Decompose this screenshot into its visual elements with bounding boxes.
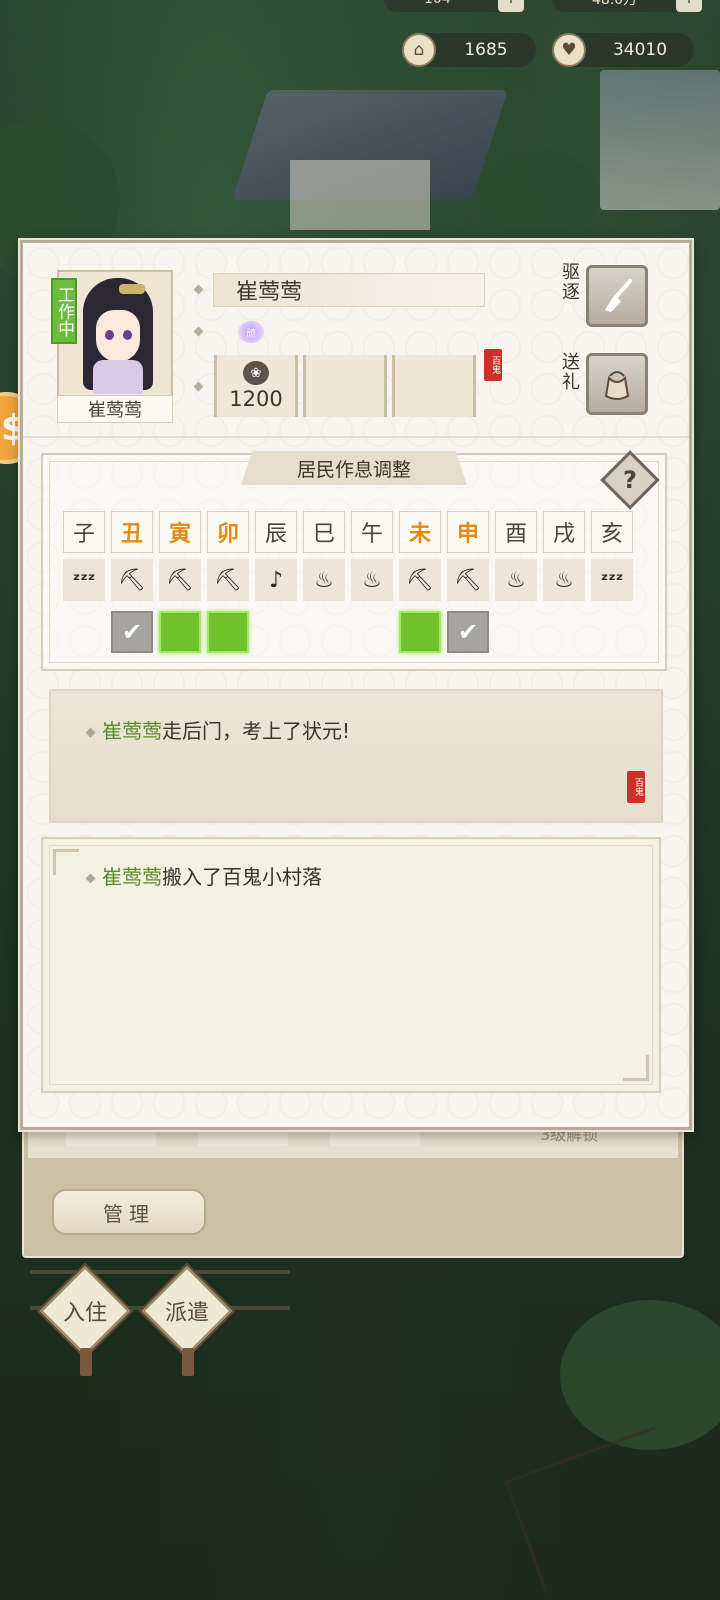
resource-bar-top-right: 48.0万 + [552,0,702,12]
empty-slot[interactable] [392,355,476,417]
send-gift-button[interactable] [586,353,648,415]
schedule-toggle[interactable] [159,611,201,653]
pickaxe-icon: ⛏ [399,559,441,601]
expel-button[interactable] [586,265,648,327]
help-icon[interactable]: ? [609,459,651,501]
gift-label: 送礼 [562,352,580,393]
hour-cell[interactable]: 申 [447,511,489,553]
sleep-icon: ᶻᶻᶻ [591,559,633,601]
add-resource-button[interactable]: + [498,0,524,12]
pickaxe-icon: ⛏ [447,559,489,601]
houses-counter: ⌂ 1685 [402,33,536,67]
bullet-icon [85,873,96,884]
bowl-icon: ♨ [303,559,345,601]
empty-slot[interactable] [303,355,387,417]
heart-icon: ♥ [552,33,586,67]
portrait-name: 崔莺莺 [57,395,173,423]
seal-stamp: 百鬼 [627,771,645,803]
name-field[interactable]: 崔莺莺 [213,273,485,307]
house-wall [290,160,430,230]
corner-ornament [53,849,79,875]
bowl-icon: ♨ [351,559,393,601]
schedule-toggle[interactable] [399,611,441,653]
gift-bag-icon [604,371,630,400]
resource-bar-top-left: 104 + [384,0,524,12]
gift-value: 1200 [229,387,283,411]
hour-cell[interactable]: 巳 [303,511,345,553]
expel-label: 驱逐 [562,262,580,303]
tree-branch [504,1426,696,1594]
toggle-empty [543,611,585,653]
hour-cell[interactable]: 酉 [495,511,537,553]
hour-cell[interactable]: 丑 [111,511,153,553]
bullet-icon [193,381,204,392]
house-right [600,70,720,210]
dispatch-button[interactable]: 派遣 [141,1265,233,1376]
bullet-icon [193,284,204,295]
gift-icon: ❀ [243,361,269,385]
toggle-empty [351,611,393,653]
tree [480,150,600,240]
event-resident-name: 崔莺莺 [102,719,162,743]
gift-preference-slot[interactable]: ❀ 1200 [214,355,298,417]
resident-detail-dialog: 工作中 崔莺莺 崔莺莺 顽 ❀ 1200 百鬼 驱逐 送礼 居民作息调整 ? 子… [20,240,692,1130]
resource-value: 104 [424,0,451,7]
hour-cell[interactable]: 卯 [207,511,249,553]
avatar [79,278,157,396]
hour-cell[interactable]: 未 [399,511,441,553]
event-text: 崔莺莺走后门，考上了状元! [85,715,351,744]
pickaxe-icon: ⛏ [111,559,153,601]
hearts-counter: ♥ 34010 [552,33,694,67]
log-resident-name: 崔莺莺 [102,865,162,889]
toggle-empty [591,611,633,653]
bullet-icon [193,326,204,337]
schedule-toggle[interactable]: ✔ [111,611,153,653]
log-entry: 崔莺莺搬入了百鬼小村落 [85,861,322,890]
corner-ornament [623,1055,649,1081]
checkin-label: 入住 [62,1301,107,1326]
bullet-icon [85,727,96,738]
schedule-panel: 居民作息调整 ? 子丑寅卯辰巳午未申酉戌亥 ᶻᶻᶻ ⛏ ⛏ ⛏ ♪ ♨ ♨ ⛏ ⛏ ♨ ♨ ᶻᶻᶻ ✔… [41,450,667,671]
pickaxe-icon: ⛏ [159,559,201,601]
toggle-empty [303,611,345,653]
activity-row: ᶻᶻᶻ ⛏ ⛏ ⛏ ♪ ♨ ♨ ⛏ ⛏ ♨ ♨ ᶻᶻᶻ [63,559,633,601]
manage-button[interactable]: 管理 [52,1189,206,1235]
leisure-icon: ♪ [255,559,297,601]
tree [560,1300,720,1450]
status-badge: 工作中 [51,278,77,344]
hour-cell[interactable]: 子 [63,511,105,553]
add-resource-button[interactable]: + [676,0,702,12]
house-icon: ⌂ [402,33,436,67]
event-description: 走后门，考上了状元! [162,719,351,743]
checkin-button[interactable]: 入住 [39,1265,131,1376]
broom-icon [605,279,632,312]
bowl-icon: ♨ [495,559,537,601]
activity-log: 崔莺莺搬入了百鬼小村落 [41,837,661,1093]
schedule-title: 居民作息调整 [241,451,467,485]
hearts-value: 34010 [612,40,668,60]
hour-cell[interactable]: 寅 [159,511,201,553]
seal-stamp: 百鬼 [484,349,502,381]
resource-value: 48.0万 [592,0,638,8]
divider [23,436,689,438]
log-text: 搬入了百鬼小村落 [162,865,322,889]
toggle-empty [255,611,297,653]
pickaxe-icon: ⛏ [207,559,249,601]
hour-cell[interactable]: 戌 [543,511,585,553]
hour-cell[interactable]: 辰 [255,511,297,553]
schedule-toggle[interactable]: ✔ [447,611,489,653]
hour-cell[interactable]: 亥 [591,511,633,553]
schedule-toggle[interactable] [207,611,249,653]
houses-value: 1685 [464,40,508,60]
toggle-row: ✔ ✔ [63,611,633,653]
hour-row: 子丑寅卯辰巳午未申酉戌亥 [63,511,633,553]
sleep-icon: ᶻᶻᶻ [63,559,105,601]
dispatch-label: 派遣 [164,1301,209,1326]
toggle-empty [495,611,537,653]
toggle-empty [63,611,105,653]
hour-cell[interactable]: 午 [351,511,393,553]
event-box: 崔莺莺走后门，考上了状元! 百鬼 [49,689,663,823]
trait-icon[interactable]: 顽 [238,321,264,343]
bowl-icon: ♨ [543,559,585,601]
